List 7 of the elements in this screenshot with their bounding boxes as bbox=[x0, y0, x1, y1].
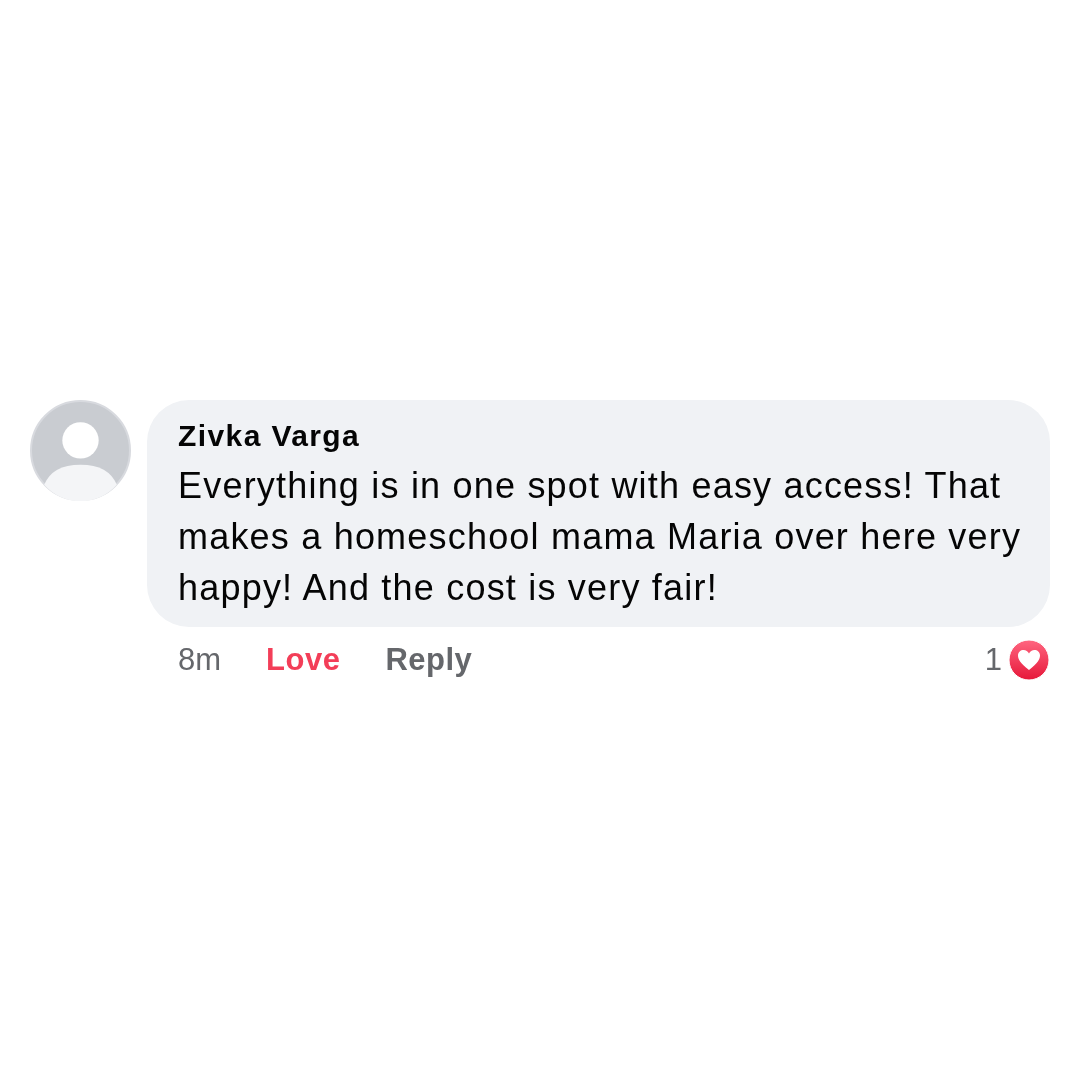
reaction-count[interactable]: 1 bbox=[984, 641, 1002, 678]
author-name[interactable]: Zivka Varga bbox=[178, 417, 361, 454]
love-reaction-button[interactable]: Love bbox=[266, 641, 341, 678]
timestamp: 8m bbox=[178, 641, 222, 678]
reply-button[interactable]: Reply bbox=[385, 641, 473, 678]
comment-text: Everything is in one spot with easy access! That makes a homeschool mama Maria over here very happy! And the cost is very fair! bbox=[178, 463, 1023, 610]
heart-reaction-icon[interactable] bbox=[1008, 638, 1050, 681]
